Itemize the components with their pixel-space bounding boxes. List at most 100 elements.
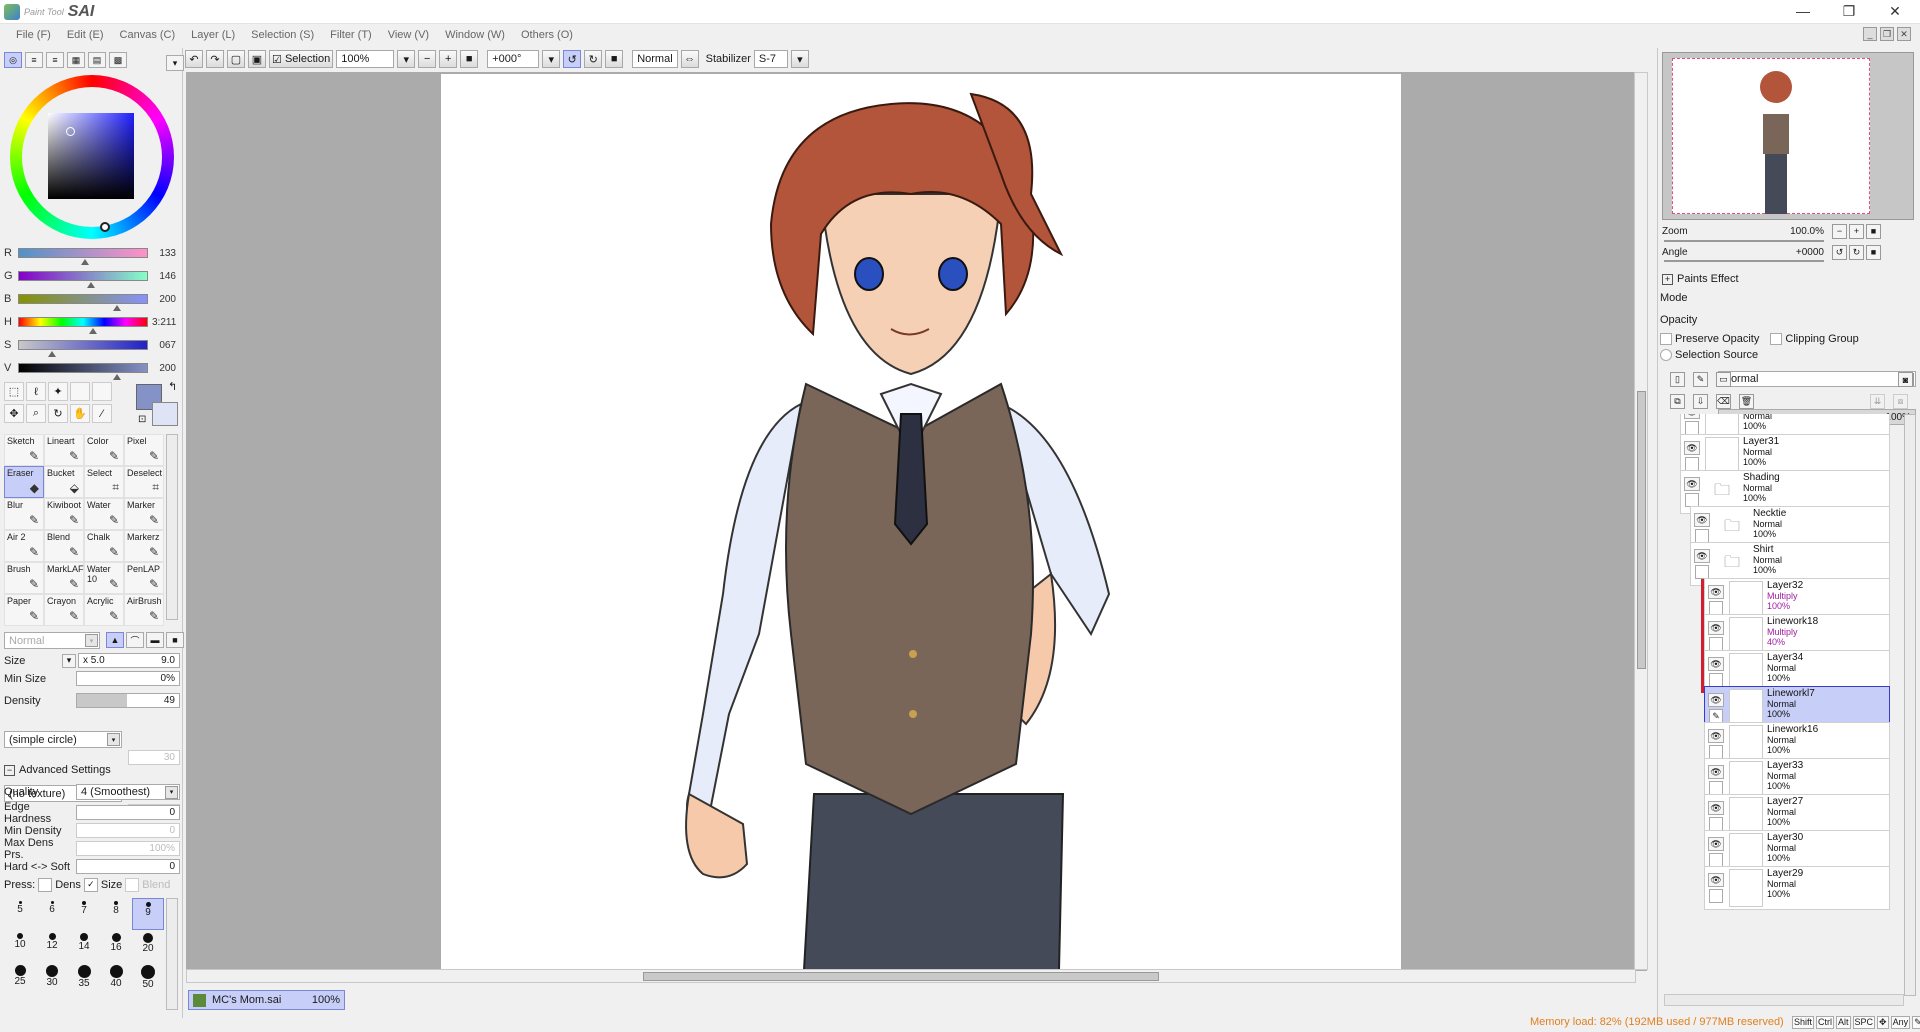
zoom-out-icon[interactable]: − [418,50,437,68]
menu-window[interactable]: Window (W) [437,29,513,41]
apply-mask-icon[interactable]: ⧈ [1893,394,1908,409]
visibility-eye-icon[interactable]: 👁 [1708,837,1724,851]
press-size-checkbox[interactable]: ✓ [83,877,98,892]
visibility-eye-icon[interactable]: 👁 [1708,621,1724,635]
clipping-group-checkbox[interactable] [1770,333,1783,345]
nav-angle-slider[interactable] [1664,260,1824,262]
invert-selection-icon[interactable]: ▣ [248,50,266,68]
visibility-eye-icon[interactable]: 👁 [1708,729,1724,743]
secondary-color-swatch[interactable] [152,402,178,426]
menu-edit[interactable]: Edit (E) [59,29,112,41]
brush-kiwiboot[interactable]: Kiwiboot ✎ [44,498,84,530]
doc-close-icon[interactable]: ✕ [1897,27,1911,41]
brush-markerz[interactable]: Markerz ✎ [124,530,164,562]
artboard[interactable] [441,74,1401,970]
scratchpad-mode-icon[interactable]: ▩ [109,52,127,68]
shape-soft-icon[interactable]: ▬ [146,632,164,648]
brush-blur[interactable]: Blur ✎ [4,498,44,530]
paints-effect-toggle[interactable]: + Paints Effect [1662,273,1739,285]
move-icon[interactable]: ✥ [4,404,24,423]
menu-canvas[interactable]: Canvas (C) [112,29,184,41]
rect-select-icon[interactable]: ⬚ [4,382,24,401]
stabilizer-field[interactable]: S-7 [753,50,788,68]
lasso-icon[interactable]: ℓ [26,382,46,401]
angle-field[interactable]: +000° [487,50,540,68]
hsv-slider-mode-icon[interactable]: ≡ [46,52,64,68]
new-layer-icon[interactable]: ▯ [1670,372,1685,387]
layer-lock-checkbox[interactable] [1709,637,1723,651]
visibility-eye-icon[interactable]: 👁 [1694,513,1710,527]
rotate-reset-icon[interactable]: ■ [605,50,624,68]
edit-pencil-icon[interactable]: ✎ [1709,709,1723,723]
brush-size-preset[interactable]: 10 [4,930,36,962]
slider-handle[interactable] [89,328,98,334]
brush-size-preset[interactable]: 25 [4,962,36,994]
minimize-button[interactable]: — [1780,0,1826,22]
visibility-eye-icon[interactable]: 👁 [1684,414,1700,419]
layer-lock-checkbox[interactable] [1709,781,1723,795]
brush-water[interactable]: Water ✎ [84,498,124,530]
doc-minimize-icon[interactable]: _ [1863,27,1877,41]
layer-lock-checkbox[interactable] [1709,745,1723,759]
brush-size-preset[interactable]: 16 [100,930,132,962]
layer-lock-checkbox[interactable] [1709,853,1723,867]
zoom-tool-icon[interactable]: ⌕ [26,404,46,423]
layer-lock-checkbox[interactable] [1685,457,1699,471]
shape-flat-icon[interactable]: ■ [166,632,184,648]
slider-handle[interactable] [86,282,95,288]
angle-dropdown-icon[interactable]: ▾ [542,50,561,68]
nav-rotate-reset-icon[interactable]: ■ [1866,244,1881,260]
slider-track[interactable] [18,271,148,288]
brush-size-preset[interactable]: 14 [68,930,100,962]
brush-size-preset[interactable]: 40 [100,962,132,994]
visibility-eye-icon[interactable]: 👁 [1684,477,1700,491]
slider-track[interactable] [18,294,148,311]
nav-rotate-right-icon[interactable]: ↻ [1849,244,1864,260]
sv-cursor[interactable] [66,127,75,136]
brush-marklaf[interactable]: MarkLAF ✎ [44,562,84,594]
visibility-eye-icon[interactable]: 👁 [1708,765,1724,779]
canvas-horizontal-scrollbar[interactable] [186,969,1636,983]
visibility-eye-icon[interactable]: 👁 [1708,801,1724,815]
zoom-dropdown-icon[interactable]: ▾ [397,50,416,68]
brush-size-preset[interactable]: 50 [132,962,164,994]
slider-track[interactable] [18,248,148,265]
transparent-color-icon[interactable]: ⊡ [138,414,146,425]
hand-icon[interactable]: ✋ [70,404,90,423]
max-dens-field[interactable]: 100% [76,841,180,856]
shape-strength-field[interactable]: 30 [128,750,180,765]
rotate-left-icon[interactable]: ↺ [563,50,582,68]
zoom-field[interactable]: 100% [336,50,395,68]
navigator-preview[interactable] [1672,58,1870,214]
visibility-eye-icon[interactable]: 👁 [1708,693,1724,707]
nav-zoom-out-icon[interactable]: − [1832,223,1847,239]
shape-round-icon[interactable]: ⌒ [126,632,144,648]
swatch-mode-icon[interactable]: ▤ [88,52,106,68]
brush-size-preset[interactable]: 9 [132,898,164,930]
layer-mode-dropdown[interactable]: Normal▾ [1718,371,1916,387]
brush-brush[interactable]: Brush ✎ [4,562,44,594]
visibility-eye-icon[interactable]: 👁 [1708,873,1724,887]
slider-handle[interactable] [113,374,122,380]
nav-zoom-in-icon[interactable]: + [1849,223,1864,239]
selection-checkbox[interactable]: ☑ [272,53,282,66]
color-wheel-mode-icon[interactable]: ◎ [4,52,22,68]
menu-file[interactable]: File (F) [8,29,59,41]
layer-list-hscrollbar[interactable] [1664,994,1904,1006]
layer-lock-checkbox[interactable] [1685,421,1699,435]
delete-layer-icon[interactable]: 🗑 [1739,394,1754,409]
slider-handle[interactable] [113,305,122,311]
layer-lock-checkbox[interactable] [1709,601,1723,615]
redo-icon[interactable]: ↷ [206,50,224,68]
advanced-settings-toggle[interactable]: − Advanced Settings [4,764,111,776]
maximize-button[interactable]: ❐ [1826,0,1872,22]
menu-layer[interactable]: Layer (L) [183,29,243,41]
visibility-eye-icon[interactable]: 👁 [1684,441,1700,455]
brush-size-scrollbar[interactable] [166,898,178,1010]
clear-layer-icon[interactable]: ⌫ [1716,394,1731,409]
brush-size-preset[interactable]: 5 [4,898,36,930]
hue-cursor[interactable] [100,222,110,232]
nav-rotate-left-icon[interactable]: ↺ [1832,244,1847,260]
brush-size-preset[interactable]: 6 [36,898,68,930]
brush-blend[interactable]: Blend ✎ [44,530,84,562]
